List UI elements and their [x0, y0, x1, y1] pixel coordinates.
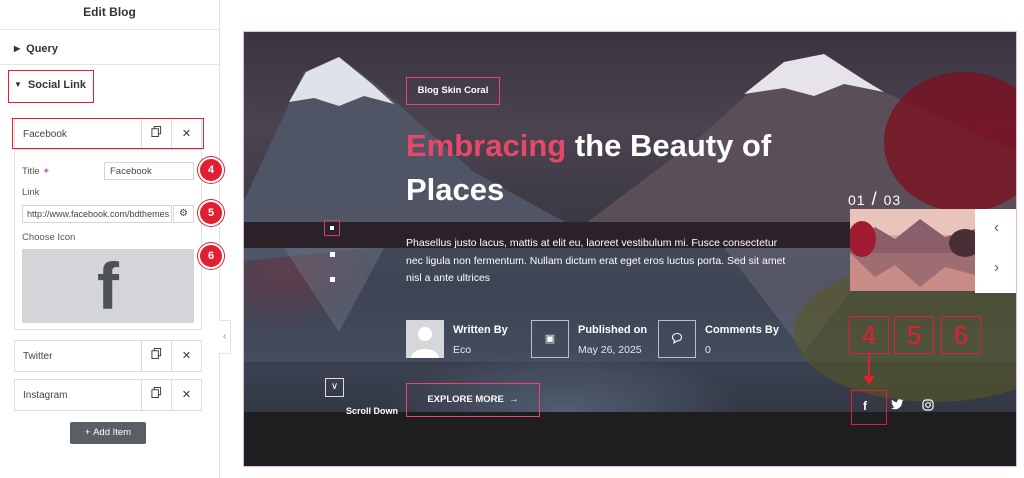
twitter-icon[interactable]: [891, 399, 904, 413]
section-query-label: Query: [26, 43, 58, 55]
facebook-highlight: [851, 390, 887, 425]
repeater-item-twitter[interactable]: Twitter ✕: [14, 340, 202, 372]
slide-total: 03: [883, 192, 902, 208]
choose-icon-label: Choose Icon: [22, 232, 76, 243]
blog-excerpt: Phasellus justo lacus, mattis at elit eu…: [406, 237, 786, 284]
social-link-highlight: [8, 70, 94, 103]
explore-more-button[interactable]: EXPLORE MORE →: [406, 383, 540, 417]
facebook-icon[interactable]: f: [863, 399, 867, 413]
badge-5: 5: [198, 200, 224, 226]
facebook-item-highlight: [12, 118, 204, 149]
comment-icon: [658, 320, 696, 358]
badge-6: 6: [198, 243, 224, 269]
title-label: Title ✦: [22, 166, 51, 177]
headline-accent: Embracing: [406, 128, 567, 163]
icon-picker[interactable]: f: [22, 249, 194, 323]
chevron-left-icon[interactable]: ‹: [975, 219, 1016, 237]
add-item-button[interactable]: + Add Item: [70, 422, 146, 444]
repeater-item-instagram[interactable]: Instagram ✕: [14, 379, 202, 411]
caret-right-icon: ▶: [14, 44, 21, 53]
edit-panel: Edit Blog ▶ Query ▼ Social Link Facebook ✕…: [0, 0, 224, 478]
duplicate-icon[interactable]: [141, 380, 171, 410]
published-label: Published on: [578, 324, 648, 336]
panel-title: Edit Blog: [0, 0, 219, 30]
explore-more-label: EXPLORE MORE: [427, 394, 504, 405]
calendar-icon: ▣: [531, 320, 569, 358]
arrow-right-icon: →: [509, 394, 519, 405]
comments-label: Comments By: [705, 324, 779, 336]
slide-current: 01: [848, 192, 866, 208]
close-icon[interactable]: ✕: [171, 380, 201, 410]
annotation-arrowhead: [863, 376, 875, 385]
repeater-item-label: Instagram: [23, 390, 68, 401]
blog-preview: Blog Skin Coral Embracing the Beauty of …: [243, 31, 1017, 467]
facebook-icon: f: [97, 249, 119, 323]
plus-icon: +: [84, 427, 91, 438]
ai-sparkle-icon[interactable]: ✦: [42, 166, 50, 177]
slider-arrows: ‹ ›: [975, 209, 1016, 293]
badge-4: 4: [198, 157, 224, 183]
scroll-down-label[interactable]: Scroll Down: [346, 406, 398, 416]
blog-headline[interactable]: Embracing the Beauty of Places: [406, 124, 826, 212]
slide-dot[interactable]: [330, 252, 335, 257]
link-input[interactable]: http://www.facebook.com/bdthemes: [22, 205, 172, 223]
duplicate-icon[interactable]: [141, 341, 171, 371]
slide-dot[interactable]: [330, 277, 335, 282]
published-value: May 26, 2025: [578, 344, 642, 356]
annotation-5: 5: [894, 316, 934, 354]
author-label: Written By: [453, 324, 508, 336]
link-label: Link: [22, 187, 40, 198]
author-value[interactable]: Eco: [453, 344, 471, 356]
annotation-6: 6: [941, 316, 981, 354]
comments-value: 0: [705, 344, 711, 356]
annotation-arrow: [868, 354, 870, 378]
section-query[interactable]: ▶ Query: [0, 31, 219, 65]
close-icon[interactable]: ✕: [171, 341, 201, 371]
annotation-4: 4: [849, 316, 889, 354]
title-input[interactable]: Facebook: [104, 162, 194, 180]
instagram-icon[interactable]: [922, 399, 934, 414]
slide-dot-active[interactable]: [324, 220, 340, 236]
chevron-right-icon[interactable]: ›: [975, 259, 1016, 277]
add-item-label: Add Item: [93, 427, 132, 438]
repeater-item-label: Twitter: [23, 351, 53, 362]
slide-counter: 01 / 03: [848, 189, 902, 209]
editor-screen: Edit Blog ▶ Query ▼ Social Link Facebook ✕…: [0, 0, 1024, 478]
next-slide-thumbnail[interactable]: [850, 209, 975, 291]
gear-icon[interactable]: ⚙: [173, 205, 194, 223]
author-avatar: [406, 320, 444, 358]
collapse-panel-handle[interactable]: ‹: [219, 320, 231, 354]
chevron-down-icon[interactable]: ∨: [325, 378, 344, 397]
blog-skin-tag[interactable]: Blog Skin Coral: [406, 77, 500, 105]
